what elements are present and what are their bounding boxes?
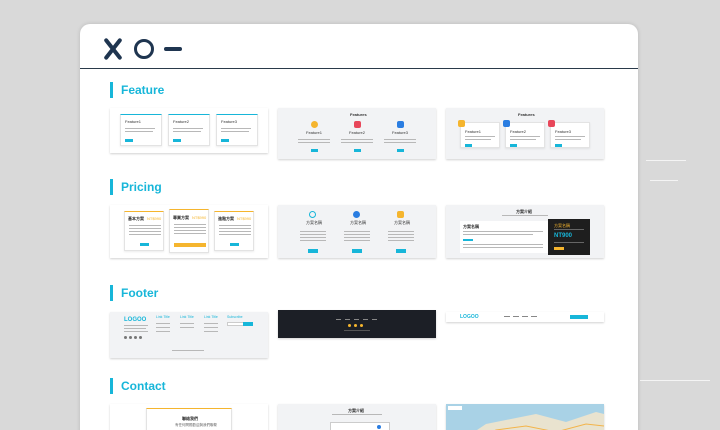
pricing-template-3[interactable]: 方案介紹 方案名稱 方案名稱 NT900 — [446, 205, 604, 258]
plan-price: NT$990 — [237, 216, 252, 221]
feature-card-title: Feature3 — [221, 119, 238, 124]
feature-card: Feature2 — [168, 114, 210, 146]
feature-card-title: Feature1 — [125, 119, 142, 124]
feature-label: Feature2 — [349, 130, 366, 135]
section-title-contact: Contact — [110, 378, 166, 394]
map-pin-icon — [377, 425, 381, 429]
contact-template-1[interactable]: 聯絡我們 有任何問題歡迎與我們聯繫 — [110, 404, 268, 430]
contact-template-2[interactable]: 方案介紹 — [278, 404, 436, 430]
plan-detail-left: 方案名稱 — [460, 221, 548, 253]
feature-card-title: Feature3 — [555, 129, 572, 134]
pricing-card: 基本方案 NT$990 — [124, 211, 164, 251]
feature-label: Feature3 — [392, 130, 409, 135]
thumb-title: Features — [518, 112, 535, 117]
background-scratch — [650, 180, 678, 181]
feature-card: Feature1 — [458, 120, 500, 148]
section-title-pricing: Pricing — [110, 179, 162, 195]
instagram-icon[interactable] — [134, 336, 137, 339]
feature-card-title: Feature2 — [173, 119, 190, 124]
instagram-icon[interactable] — [360, 324, 363, 327]
pricing-template-1[interactable]: 基本方案 NT$990 專業方案 NT$990 進階方案 NT$990 — [110, 205, 268, 258]
rocket-icon — [354, 121, 361, 128]
plan-name: 方案名稱 — [350, 220, 366, 225]
facebook-icon[interactable] — [348, 324, 351, 327]
diamond-icon — [397, 211, 404, 218]
plan-name: 基本方案 — [128, 216, 144, 221]
bell-icon — [503, 120, 510, 127]
globe-icon — [353, 211, 360, 218]
footer-logo: LOGOO — [460, 314, 479, 320]
contact-title: 聯絡我們 — [182, 416, 198, 421]
background-scratch — [646, 160, 686, 161]
feature-card-title: Feature2 — [510, 129, 527, 134]
footer-nav-links — [336, 319, 377, 320]
contact-subtitle: 有任何問題歡迎與我們聯繫 — [175, 423, 217, 427]
thumb-title: Features — [350, 112, 367, 117]
feature-card: Feature3 — [548, 120, 590, 148]
logo-dash-mark — [164, 47, 182, 51]
section-title-feature: Feature — [110, 82, 164, 98]
plan-name: 方案名稱 — [463, 224, 479, 229]
background-scratch — [640, 380, 710, 381]
footer-col-title: Link Title — [180, 315, 194, 319]
footer-template-1[interactable]: LOGOO Link Title Link Title Link Title S… — [110, 312, 268, 358]
youtube-icon[interactable] — [139, 336, 142, 339]
pricing-card: 進階方案 NT$990 — [214, 211, 254, 251]
logo-o-mark — [134, 39, 154, 59]
subscribe-title: Subscribe — [227, 315, 243, 319]
contact-template-3-map[interactable] — [446, 404, 604, 430]
header-divider — [80, 68, 638, 69]
social-icons — [124, 336, 142, 339]
feature-card-title: Feature1 — [465, 129, 482, 134]
cloud-icon — [309, 211, 316, 218]
footer-nav-links — [504, 316, 537, 317]
twitter-icon[interactable] — [354, 324, 357, 327]
template-gallery-page: Feature Pricing Footer Contact Feature1 … — [80, 24, 638, 430]
plan-name: 進階方案 — [218, 216, 234, 221]
plan-name: 方案名稱 — [306, 220, 322, 225]
rocket-icon — [548, 120, 555, 127]
feature-card: Feature1 — [120, 114, 162, 146]
contact-form — [330, 422, 390, 430]
brand-logo[interactable] — [102, 38, 182, 60]
feature-card: Feature2 — [503, 120, 545, 148]
bell-icon — [397, 121, 404, 128]
plan-price: NT$990 — [147, 216, 162, 221]
feature-template-2[interactable]: Features Feature1 Feature2 Feature3 — [278, 108, 436, 159]
feature-template-3[interactable]: Features Feature1 Feature2 Feature3 — [446, 108, 604, 159]
footer-template-2[interactable] — [278, 310, 436, 338]
pricing-template-2[interactable]: 方案名稱 方案名稱 方案名稱 — [278, 205, 436, 258]
footer-col-title: Link Title — [156, 315, 170, 319]
feature-label: Feature1 — [306, 130, 323, 135]
star-icon — [311, 121, 318, 128]
logo-x-mark — [102, 38, 124, 60]
section-title-footer: Footer — [110, 285, 158, 301]
contact-form-card: 聯絡我們 有任何問題歡迎與我們聯繫 — [146, 408, 232, 430]
twitter-icon[interactable] — [129, 336, 132, 339]
star-icon — [458, 120, 465, 127]
plan-price-dark-panel: 方案名稱 NT900 — [548, 219, 590, 255]
pricing-card: 專業方案 NT$990 — [169, 209, 209, 253]
plan-price: NT900 — [554, 233, 573, 239]
facebook-icon[interactable] — [124, 336, 127, 339]
plan-price: NT$990 — [192, 215, 207, 220]
footer-col-title: Link Title — [204, 315, 218, 319]
footer-logo: LOGOO — [124, 317, 147, 323]
feature-template-1[interactable]: Feature1 Feature2 Feature3 — [110, 108, 268, 153]
plan-name: 方案名稱 — [394, 220, 410, 225]
social-icons — [348, 324, 363, 327]
map-image — [448, 406, 604, 430]
footer-template-3[interactable]: LOGOO — [446, 312, 604, 322]
feature-card: Feature3 — [216, 114, 258, 146]
plan-name: 專業方案 — [173, 215, 189, 220]
